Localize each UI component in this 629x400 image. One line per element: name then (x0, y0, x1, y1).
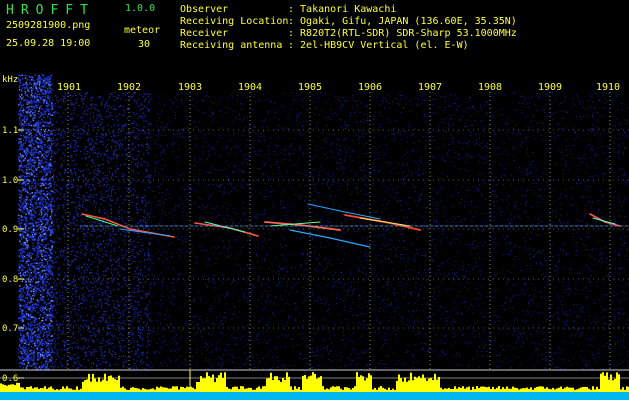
header-panel: HROFFT 1.0.0 2509281900.png 25.09.28 19:… (0, 0, 629, 72)
meteor-count-value: 30 (138, 39, 151, 50)
y-axis-unit: kHz (2, 75, 18, 85)
x-tick-label: 1906 (358, 82, 382, 93)
antenna-value: : 2el-HB9CV Vertical (el. E-W) (288, 40, 469, 51)
app-version: 1.0.0 (125, 3, 156, 14)
receiver-value: : R820T2(RTL-SDR) SDR-Sharp 53.1000MHz (288, 28, 517, 39)
app-name: HROFFT (6, 3, 95, 18)
x-tick-label: 1908 (478, 82, 502, 93)
observer-value: : Takanori Kawachi (288, 4, 397, 15)
y-tick-label: 0.7 (2, 324, 18, 334)
y-tick-label: 0.9 (2, 225, 18, 235)
location-label: Receiving Location (180, 16, 289, 27)
y-tick-label: 1.1 (2, 126, 18, 136)
y-tick-label: 0.6 (2, 374, 18, 384)
level-baseline (0, 392, 629, 400)
x-tick-label: 1901 (57, 82, 81, 93)
x-tick-label: 1902 (117, 82, 141, 93)
spectrogram-plot: kHz 1901 1902 1903 1904 1905 1906 1907 1… (0, 72, 629, 400)
receiver-label: Receiver (180, 28, 229, 39)
observer-label: Observer (180, 4, 229, 15)
x-tick-label: 1910 (596, 82, 620, 93)
x-tick-label: 1904 (238, 82, 262, 93)
y-tick-label: 0.8 (2, 275, 18, 285)
x-tick-label: 1903 (178, 82, 202, 93)
x-tick-label: 1909 (538, 82, 562, 93)
observation-datetime: 25.09.28 19:00 (6, 38, 91, 49)
file-name: 2509281900.png (6, 20, 91, 31)
location-value: : Ogaki, Gifu, JAPAN (136.60E, 35.35N) (288, 16, 517, 27)
plot-background (0, 72, 629, 400)
x-tick-label: 1905 (298, 82, 322, 93)
y-tick-label: 1.0 (2, 176, 18, 186)
meteor-count-label: meteor (124, 25, 161, 36)
antenna-label: Receiving antenna (180, 40, 283, 51)
x-tick-label: 1907 (418, 82, 442, 93)
